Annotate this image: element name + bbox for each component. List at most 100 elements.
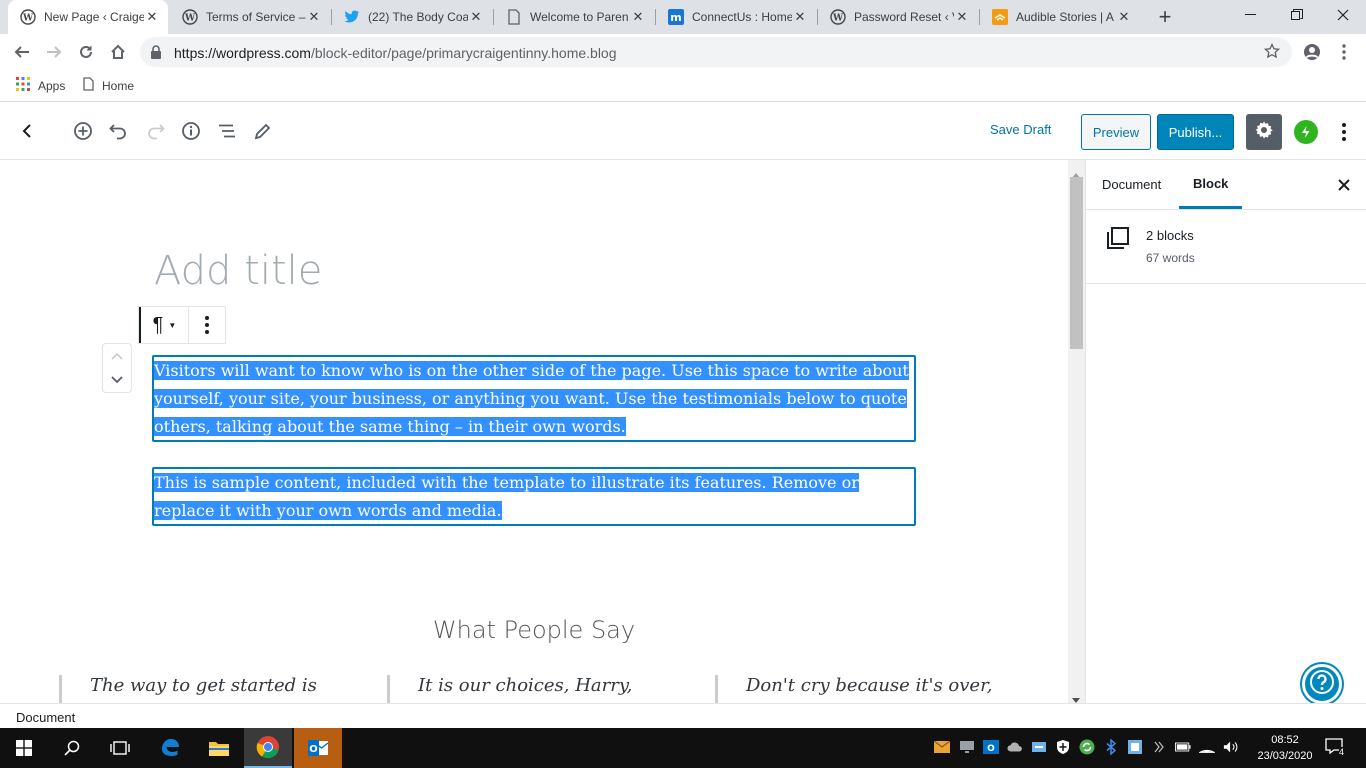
bookmark-star-icon[interactable] xyxy=(1263,42,1281,64)
save-draft-button[interactable]: Save Draft xyxy=(990,122,1051,137)
block-toolbar: ¶ ▼ xyxy=(138,306,226,344)
close-tab-icon[interactable]: ✕ xyxy=(1116,9,1132,25)
forward-button[interactable] xyxy=(40,38,68,66)
bluetooth-icon[interactable] xyxy=(1103,739,1119,755)
green-sync-tray-icon[interactable] xyxy=(1079,739,1095,755)
tab-block[interactable]: Block xyxy=(1179,160,1243,209)
browser-tab-audible[interactable]: Audible Stories | A ✕ xyxy=(980,0,1140,34)
edit-mode-pencil-icon[interactable] xyxy=(251,119,275,143)
paragraph-text[interactable]: Visitors will want to know who is on the… xyxy=(154,361,909,436)
chrome-taskbar-icon[interactable] xyxy=(244,728,292,768)
close-sidebar-icon[interactable] xyxy=(1334,175,1354,195)
paragraph-text[interactable]: This is sample content, included with th… xyxy=(154,473,859,520)
minimize-window-button[interactable] xyxy=(1228,0,1274,30)
new-tab-button[interactable]: + xyxy=(1152,4,1178,30)
lock-icon[interactable] xyxy=(150,45,162,64)
notification-count: 4 xyxy=(1338,747,1344,757)
wifi-icon[interactable] xyxy=(1199,739,1215,755)
word-count: 67 words xyxy=(1146,251,1195,265)
url-text: https://wordpress.com/block-editor/page/… xyxy=(174,45,617,61)
action-center-button[interactable]: 4 xyxy=(1322,736,1346,760)
block-breadcrumb-bar: Document xyxy=(0,703,1366,728)
close-tab-icon[interactable]: ✕ xyxy=(144,9,160,25)
tab-document[interactable]: Document xyxy=(1102,160,1161,209)
edge-browser-icon[interactable] xyxy=(146,728,194,768)
close-tab-icon[interactable]: ✕ xyxy=(954,9,970,25)
apps-grid-icon xyxy=(16,77,30,94)
outlook-taskbar-icon[interactable]: O xyxy=(294,728,342,768)
move-up-button[interactable] xyxy=(103,346,131,366)
move-down-button[interactable] xyxy=(103,370,131,390)
undo-icon[interactable] xyxy=(107,119,131,143)
testimonial-quote[interactable]: Don't cry because it's over, xyxy=(715,675,992,703)
reload-button[interactable] xyxy=(72,38,100,66)
browser-tab-password-reset[interactable]: W Password Reset ‹ V ✕ xyxy=(818,0,978,34)
browser-tab-connectus[interactable]: m ConnectUs : Home ✕ xyxy=(656,0,816,34)
close-window-button[interactable] xyxy=(1320,0,1366,30)
app-tray-icon[interactable] xyxy=(1127,739,1143,755)
block-more-options-button[interactable] xyxy=(189,307,225,343)
close-tab-icon[interactable]: ✕ xyxy=(630,9,646,25)
clock-date: 23/03/2020 xyxy=(1257,750,1313,762)
block-navigation-icon[interactable] xyxy=(215,119,239,143)
system-clock[interactable]: 08:52 23/03/2020 xyxy=(1255,732,1315,764)
preview-button[interactable]: Preview xyxy=(1081,114,1151,150)
bookmarks-bar: Apps Home xyxy=(0,70,1366,102)
volume-icon[interactable] xyxy=(1223,739,1239,755)
section-heading[interactable]: What People Say xyxy=(0,616,1068,644)
wordpress-icon: W xyxy=(182,9,198,25)
network-sync-tray-icon[interactable] xyxy=(1031,739,1047,755)
windows-start-button[interactable] xyxy=(0,728,48,768)
browser-toolbar: https://wordpress.com/block-editor/page/… xyxy=(0,34,1366,70)
wordpress-icon: W xyxy=(20,9,36,25)
back-button[interactable] xyxy=(8,38,36,66)
back-to-dashboard-button[interactable] xyxy=(15,119,39,143)
tab-title: (22) The Body Coa xyxy=(368,10,468,24)
testimonial-quote[interactable]: It is our choices, Harry, xyxy=(387,675,632,703)
file-explorer-icon[interactable] xyxy=(195,728,243,768)
more-tools-menu-icon[interactable] xyxy=(1334,119,1354,145)
bookmark-home[interactable]: Home xyxy=(83,77,134,94)
restore-window-button[interactable] xyxy=(1274,0,1320,30)
browser-tab-new-page[interactable]: W New Page ‹ Craige ✕ xyxy=(8,0,168,34)
paragraph-block[interactable]: Visitors will want to know who is on the… xyxy=(152,355,916,442)
gear-icon xyxy=(1254,120,1274,145)
browser-tab-parent[interactable]: Welcome to Paren ✕ xyxy=(494,0,654,34)
address-bar[interactable]: https://wordpress.com/block-editor/page/… xyxy=(140,37,1292,67)
editor-canvas: Add title ¶ ▼ Visitors will want to know… xyxy=(0,160,1068,703)
task-view-icon[interactable] xyxy=(96,728,144,768)
redo-icon[interactable] xyxy=(143,119,167,143)
home-button[interactable] xyxy=(104,38,132,66)
input-method-tray-icon[interactable] xyxy=(1151,739,1167,755)
jetpack-icon[interactable] xyxy=(1294,120,1318,144)
onedrive-cloud-icon[interactable] xyxy=(1007,739,1023,755)
chrome-menu-icon[interactable] xyxy=(1330,38,1358,66)
svg-text:W: W xyxy=(22,14,34,24)
search-icon[interactable] xyxy=(48,728,96,768)
publish-button[interactable]: Publish... xyxy=(1157,114,1234,150)
editor-scrollbar[interactable] xyxy=(1068,160,1085,703)
settings-button[interactable] xyxy=(1246,114,1282,150)
breadcrumb-document[interactable]: Document xyxy=(16,710,75,725)
bookmark-label: Apps xyxy=(38,78,66,93)
browser-tab-terms[interactable]: W Terms of Service – ✕ xyxy=(170,0,330,34)
block-type-switcher[interactable]: ¶ ▼ xyxy=(139,307,189,343)
battery-icon[interactable] xyxy=(1175,739,1191,755)
browser-tab-twitter[interactable]: (22) The Body Coa ✕ xyxy=(332,0,492,34)
close-tab-icon[interactable]: ✕ xyxy=(468,9,484,25)
scrollbar-thumb[interactable] xyxy=(1070,177,1083,349)
post-title-input[interactable]: Add title xyxy=(154,248,322,294)
close-tab-icon[interactable]: ✕ xyxy=(306,9,322,25)
testimonial-quote[interactable]: The way to get started is xyxy=(59,675,317,703)
profile-avatar-icon[interactable] xyxy=(1298,38,1326,66)
monitor-tray-icon[interactable] xyxy=(959,739,975,755)
security-shield-icon[interactable] xyxy=(1055,739,1071,755)
add-block-icon[interactable] xyxy=(71,119,95,143)
close-tab-icon[interactable]: ✕ xyxy=(792,9,808,25)
mail-tray-icon[interactable] xyxy=(934,739,950,755)
paragraph-block[interactable]: This is sample content, included with th… xyxy=(152,467,916,526)
help-button[interactable] xyxy=(1302,664,1342,704)
info-icon[interactable] xyxy=(179,119,203,143)
outlook-tray-icon[interactable]: O xyxy=(983,739,999,755)
bookmark-apps[interactable]: Apps xyxy=(16,77,65,94)
